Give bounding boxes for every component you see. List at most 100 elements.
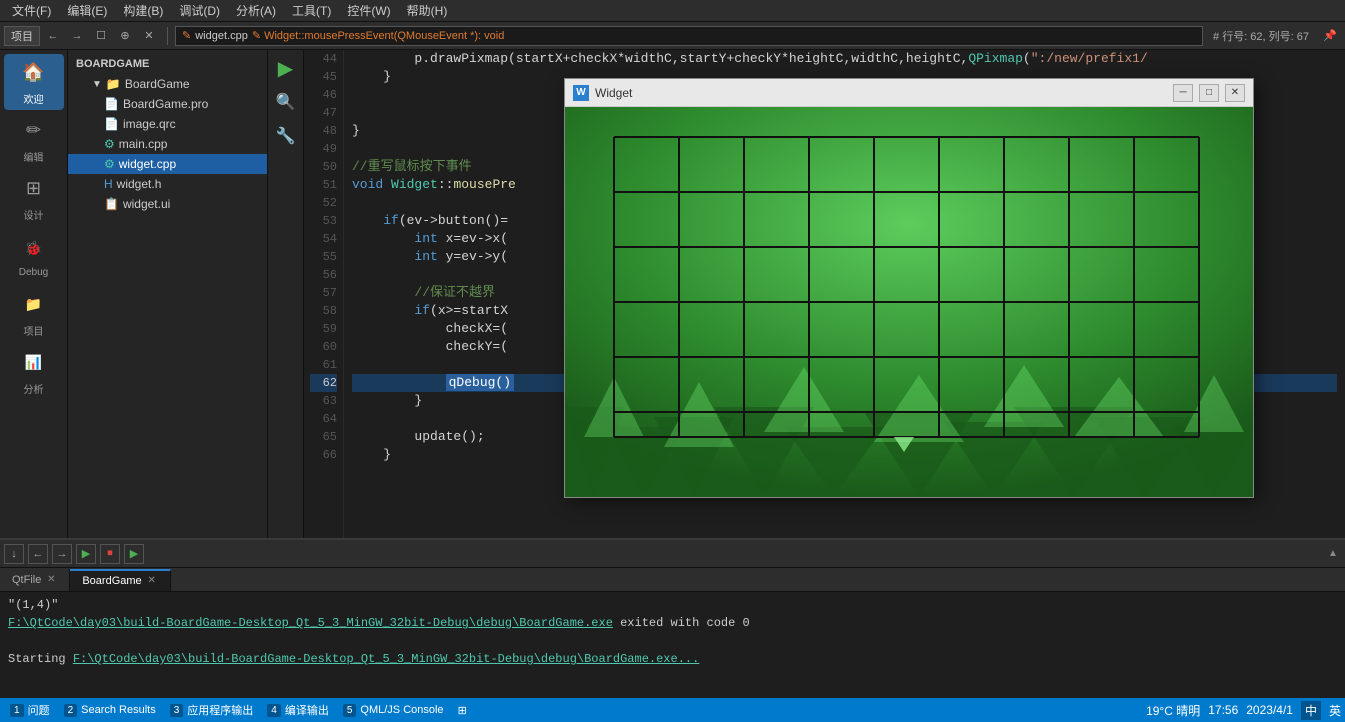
sidebar-item-projects[interactable]: 📁 项目: [4, 286, 64, 342]
folder-icon: 📁: [106, 77, 121, 91]
widget-app-icon: W: [573, 85, 589, 101]
window-close-btn[interactable]: ✕: [1225, 84, 1245, 102]
output-link-2[interactable]: F:\QtCode\day03\build-BoardGame-Desktop_…: [73, 652, 700, 666]
output-line-3: [8, 632, 1337, 650]
search-btn[interactable]: 🔍: [272, 88, 300, 116]
cpp-file-icon-widget: ⚙: [104, 157, 115, 171]
debug-icon: 🐞: [20, 235, 48, 263]
sidebar-label-projects: 项目: [24, 323, 44, 338]
sidebar-label-design: 设计: [24, 207, 44, 222]
bottom-toolbar: ↓ ← → ▶ ⏹ ▶ ▲: [0, 540, 1345, 568]
tools-btn[interactable]: 🔧: [272, 122, 300, 150]
menu-build[interactable]: 构建(B): [115, 2, 171, 19]
output-content: "(1,4)" F:\QtCode\day03\build-BoardGame-…: [0, 592, 1345, 698]
menu-analyze[interactable]: 分析(A): [228, 2, 284, 19]
status-date: 2023/4/1: [1246, 703, 1293, 717]
status-temperature: 19°C 晴明: [1146, 702, 1200, 719]
bottom-toolbar-btn-2[interactable]: ←: [28, 544, 48, 564]
toolbar-pin-btn[interactable]: 📌: [1319, 26, 1341, 46]
tree-item-widget-cpp[interactable]: ⚙ widget.cpp: [68, 154, 267, 174]
h-file-icon: H: [104, 177, 113, 191]
tree-item-pro[interactable]: 📄 BoardGame.pro: [68, 94, 267, 114]
line-column-info: # 行号: 62, 列号: 67: [1207, 28, 1315, 44]
status-issues-num: 1: [10, 704, 24, 717]
status-appout-label: 应用程序输出: [187, 702, 253, 718]
window-minimize-btn[interactable]: ─: [1173, 84, 1193, 102]
sidebar-item-analyze[interactable]: 📊 分析: [4, 344, 64, 400]
status-compile-label: 编译输出: [285, 702, 329, 718]
tab-qtfile[interactable]: QtFile ✕: [0, 569, 70, 591]
toolbar-project-label: 项目: [4, 26, 40, 46]
toolbar-add-btn[interactable]: ⊕: [114, 26, 136, 46]
bottom-toolbar-btn-run2[interactable]: ▶: [124, 544, 144, 564]
tree-item-boardgame-folder[interactable]: ▼ 📁 BoardGame: [68, 74, 267, 94]
tree-item-main[interactable]: ⚙ main.cpp: [68, 134, 267, 154]
tree-file-widget-cpp: widget.cpp: [119, 157, 176, 171]
main-toolbar: 项目 ← → ☐ ⊕ ✕ ✎ widget.cpp ✎ Widget::mous…: [0, 22, 1345, 50]
sidebar-item-edit[interactable]: ✏ 编辑: [4, 112, 64, 168]
bottom-toolbar-btn-1[interactable]: ↓: [4, 544, 24, 564]
bottom-toolbar-btn-3[interactable]: →: [52, 544, 72, 564]
menu-tools[interactable]: 工具(T): [284, 2, 339, 19]
menu-file[interactable]: 文件(F): [4, 2, 59, 19]
projects-icon: 📁: [20, 291, 48, 319]
output-line-1: "(1,4)": [8, 596, 1337, 614]
pro-file-icon: 📄: [104, 97, 119, 111]
sidebar-label-analyze: 分析: [24, 381, 44, 396]
status-ime[interactable]: 中: [1301, 701, 1321, 720]
tab-boardgame-close[interactable]: ✕: [146, 575, 158, 587]
run-btn[interactable]: ▶: [272, 54, 300, 82]
toolbar-forward-btn[interactable]: →: [66, 26, 88, 46]
toolbar-new-btn[interactable]: ☐: [90, 26, 112, 46]
design-icon: ⊞: [20, 175, 48, 203]
sidebar-label-edit: 编辑: [24, 149, 44, 164]
tree-item-widget-h[interactable]: H widget.h: [68, 174, 267, 194]
tab-boardgame[interactable]: BoardGame ✕: [70, 569, 170, 591]
status-compile-num: 4: [267, 704, 281, 717]
status-qml-label: QML/JS Console: [360, 704, 443, 716]
sidebar-item-design[interactable]: ⊞ 设计: [4, 170, 64, 226]
status-qml-num: 5: [343, 704, 357, 717]
menu-help[interactable]: 帮助(H): [399, 2, 456, 19]
sidebar-item-welcome[interactable]: 🏠 欢迎: [4, 54, 64, 110]
panel-collapse-btn[interactable]: ▲: [1325, 546, 1341, 562]
window-restore-btn[interactable]: □: [1199, 84, 1219, 102]
bottom-panel: ↓ ← → ▶ ⏹ ▶ ▲ QtFile ✕ BoardGame ✕ "(1,4…: [0, 538, 1345, 698]
menu-controls[interactable]: 控件(W): [339, 2, 398, 19]
filter-icon: ⊞: [458, 704, 467, 717]
ui-file-icon: 📋: [104, 197, 119, 211]
toolbar-sep-1: [167, 27, 168, 45]
edit-icon: ✏: [20, 117, 48, 145]
folder-expand-icon: ▼: [92, 79, 102, 90]
output-starting-text: Starting: [8, 652, 73, 666]
widget-body: [565, 107, 1253, 497]
bottom-toolbar-btn-run[interactable]: ▶: [76, 544, 96, 564]
widget-title: Widget: [595, 86, 1167, 100]
status-issues-btn[interactable]: 1 问题: [4, 699, 56, 721]
widget-window: W Widget ─ □ ✕: [564, 78, 1254, 498]
qrc-file-icon: 📄: [104, 117, 119, 131]
menu-debug[interactable]: 调试(D): [171, 2, 228, 19]
tree-file-widget-h: widget.h: [117, 177, 162, 191]
current-file-icon: ✎: [182, 29, 191, 42]
status-right-info: 19°C 晴明 17:56 2023/4/1 中 英: [1146, 701, 1341, 720]
tab-qtfile-close[interactable]: ✕: [45, 574, 57, 586]
game-board-svg: [565, 107, 1253, 497]
status-compile-btn[interactable]: 4 编译输出: [261, 699, 335, 721]
toolbar-location-text: ✎ Widget::mousePressEvent(QMouseEvent *)…: [252, 29, 505, 42]
status-appout-btn[interactable]: 3 应用程序输出: [164, 699, 260, 721]
status-qml-btn[interactable]: 5 QML/JS Console: [337, 699, 450, 721]
sidebar-item-debug[interactable]: 🐞 Debug: [4, 228, 64, 284]
tree-item-qrc[interactable]: 📄 image.qrc: [68, 114, 267, 134]
bottom-toolbar-btn-stop[interactable]: ⏹: [100, 544, 120, 564]
output-link-1[interactable]: F:\QtCode\day03\build-BoardGame-Desktop_…: [8, 616, 613, 630]
status-search-btn[interactable]: 2 Search Results: [58, 699, 162, 721]
status-filter-btn[interactable]: ⊞: [452, 699, 473, 721]
status-time: 17:56: [1208, 703, 1238, 717]
menu-bar: 文件(F) 编辑(E) 构建(B) 调试(D) 分析(A) 工具(T) 控件(W…: [0, 0, 1345, 22]
toolbar-close-btn[interactable]: ✕: [138, 26, 160, 46]
status-language[interactable]: 英: [1329, 702, 1341, 719]
toolbar-back-btn[interactable]: ←: [42, 26, 64, 46]
tree-item-widget-ui[interactable]: 📋 widget.ui: [68, 194, 267, 214]
menu-edit[interactable]: 编辑(E): [59, 2, 115, 19]
